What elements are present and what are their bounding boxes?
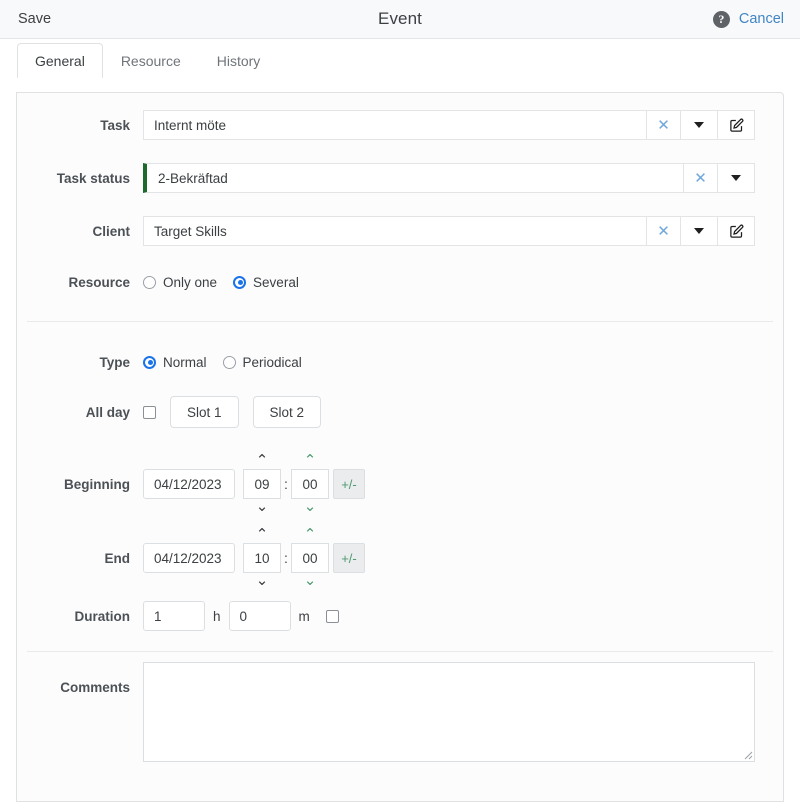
duration-minutes-unit: m xyxy=(298,608,310,624)
identification-section: Task Internt möte ✕ Task status 2-Bekräf… xyxy=(17,108,783,321)
radio-circle-icon xyxy=(143,275,156,289)
chevron-down-icon[interactable] xyxy=(718,163,755,193)
tab-general[interactable]: General xyxy=(17,43,103,78)
beginning-minute-spinner: ⌃ 00 ⌄ xyxy=(291,453,329,515)
top-bar: Save Event ? Cancel xyxy=(0,0,800,39)
clear-x-icon[interactable]: ✕ xyxy=(647,216,681,246)
beginning-label: Beginning xyxy=(64,476,130,492)
tab-bar: General Resource History xyxy=(0,39,800,78)
clear-x-icon[interactable]: ✕ xyxy=(684,163,718,193)
duration-hours-unit: h xyxy=(213,608,221,624)
beginning-hour-input[interactable]: 09 xyxy=(243,469,281,499)
chevron-down-icon[interactable]: ⌄ xyxy=(304,573,317,589)
chevron-up-icon[interactable]: ⌃ xyxy=(304,527,317,543)
beginning-hour-spinner: ⌃ 09 ⌄ xyxy=(243,453,281,515)
end-datetime: 04/12/2023 ⌃ 10 ⌄ : ⌃ 00 ⌄ +/- xyxy=(143,527,365,589)
edit-pencil-icon[interactable] xyxy=(718,110,755,140)
type-label: Type xyxy=(99,354,130,370)
cancel-button[interactable]: Cancel xyxy=(739,11,784,27)
end-hour-input[interactable]: 10 xyxy=(243,543,281,573)
duration-hours-input[interactable]: 1 xyxy=(143,601,205,631)
type-radio-group: Normal Periodical xyxy=(143,355,302,370)
resize-grip-icon xyxy=(744,751,753,760)
slot-2-button[interactable]: Slot 2 xyxy=(252,396,322,428)
save-button[interactable]: Save xyxy=(18,11,51,27)
time-separator: : xyxy=(284,550,288,566)
field-row-beginning: Beginning 04/12/2023 ⌃ 09 ⌄: ⌃ 00 ⌄ +/- xyxy=(17,453,783,515)
field-row-type: Type Normal Periodical xyxy=(17,345,783,379)
help-circle-icon[interactable]: ? xyxy=(712,10,730,28)
task-label: Task xyxy=(100,117,130,133)
field-row-duration: Duration 1 h 0 m xyxy=(17,599,783,633)
chevron-down-icon[interactable] xyxy=(681,216,718,246)
task-input[interactable]: Internt möte xyxy=(143,110,647,140)
end-label: End xyxy=(104,550,131,566)
client-input[interactable]: Target Skills xyxy=(143,216,647,246)
task-status-label: Task status xyxy=(56,170,130,186)
radio-circle-icon xyxy=(222,355,236,369)
chevron-up-icon[interactable]: ⌃ xyxy=(304,453,317,469)
field-row-task: Task Internt möte ✕ xyxy=(17,108,783,142)
task-status-combo: 2-Bekräftad ✕ xyxy=(143,163,755,193)
resource-radio-group: Only one Several xyxy=(143,275,299,290)
field-row-resource: Resource Only one Several xyxy=(17,265,783,299)
edit-pencil-icon[interactable] xyxy=(718,216,755,246)
radio-label: Periodical xyxy=(242,354,302,370)
task-status-input[interactable]: 2-Bekräftad xyxy=(143,163,684,193)
chevron-up-icon[interactable]: ⌃ xyxy=(256,453,269,469)
radio-type-normal[interactable]: Normal xyxy=(143,355,207,370)
resource-label: Resource xyxy=(68,274,130,290)
task-combo: Internt möte ✕ xyxy=(143,110,755,140)
duration-lock-checkbox[interactable] xyxy=(325,609,339,623)
top-bar-right: ? Cancel xyxy=(712,10,784,28)
beginning-datetime: 04/12/2023 ⌃ 09 ⌄ : ⌃ 00 ⌄ +/- xyxy=(143,453,365,515)
section-divider xyxy=(27,321,773,322)
comments-section: Comments xyxy=(17,652,783,762)
client-combo: Target Skills ✕ xyxy=(143,216,755,246)
field-row-client: Client Target Skills ✕ xyxy=(17,214,783,248)
beginning-plus-minus-button[interactable]: +/- xyxy=(333,469,365,499)
client-label: Client xyxy=(92,223,130,239)
radio-label: Normal xyxy=(163,354,207,370)
all-day-label: All day xyxy=(85,404,130,420)
duration-label: Duration xyxy=(74,608,131,624)
end-minute-input[interactable]: 00 xyxy=(291,543,329,573)
slot-1-button[interactable]: Slot 1 xyxy=(170,396,239,428)
chevron-down-icon[interactable]: ⌄ xyxy=(256,499,269,515)
field-row-all-day: All day Slot 1 Slot 2 xyxy=(17,395,783,429)
radio-circle-selected-icon xyxy=(143,355,156,369)
comments-textarea[interactable] xyxy=(143,662,755,762)
comments-label: Comments xyxy=(60,680,130,695)
event-form-panel: Task Internt möte ✕ Task status 2-Bekräf… xyxy=(16,92,784,802)
field-row-comments: Comments xyxy=(17,652,783,762)
beginning-date-input[interactable]: 04/12/2023 xyxy=(143,469,235,499)
time-separator: : xyxy=(284,476,288,492)
radio-circle-selected-icon xyxy=(233,275,247,289)
radio-label: Only one xyxy=(163,274,218,290)
field-row-task-status: Task status 2-Bekräftad ✕ xyxy=(17,161,783,195)
tab-resource[interactable]: Resource xyxy=(103,43,199,78)
end-plus-minus-button[interactable]: +/- xyxy=(333,543,365,573)
radio-resource-several[interactable]: Several xyxy=(233,275,299,290)
chevron-down-icon[interactable]: ⌄ xyxy=(304,499,317,515)
end-date-input[interactable]: 04/12/2023 xyxy=(143,543,235,573)
clear-x-icon[interactable]: ✕ xyxy=(647,110,681,140)
tab-history[interactable]: History xyxy=(199,43,279,78)
radio-label: Several xyxy=(253,274,299,290)
end-minute-spinner: ⌃ 00 ⌄ xyxy=(291,527,329,589)
chevron-down-icon[interactable] xyxy=(681,110,718,140)
chevron-up-icon[interactable]: ⌃ xyxy=(256,527,269,543)
field-row-end: End 04/12/2023 ⌃ 10 ⌄: ⌃ 00 ⌄ +/- xyxy=(17,527,783,589)
duration-minutes-input[interactable]: 0 xyxy=(228,601,291,631)
scheduling-section: Type Normal Periodical All day Slot 1 Sl… xyxy=(17,345,783,651)
end-hour-spinner: ⌃ 10 ⌄ xyxy=(243,527,281,589)
radio-resource-only-one[interactable]: Only one xyxy=(143,275,217,290)
radio-type-periodical[interactable]: Periodical xyxy=(222,354,302,370)
all-day-checkbox[interactable] xyxy=(143,405,156,419)
page-title: Event xyxy=(378,9,422,28)
chevron-down-icon[interactable]: ⌄ xyxy=(256,573,269,589)
beginning-minute-input[interactable]: 00 xyxy=(291,469,329,499)
